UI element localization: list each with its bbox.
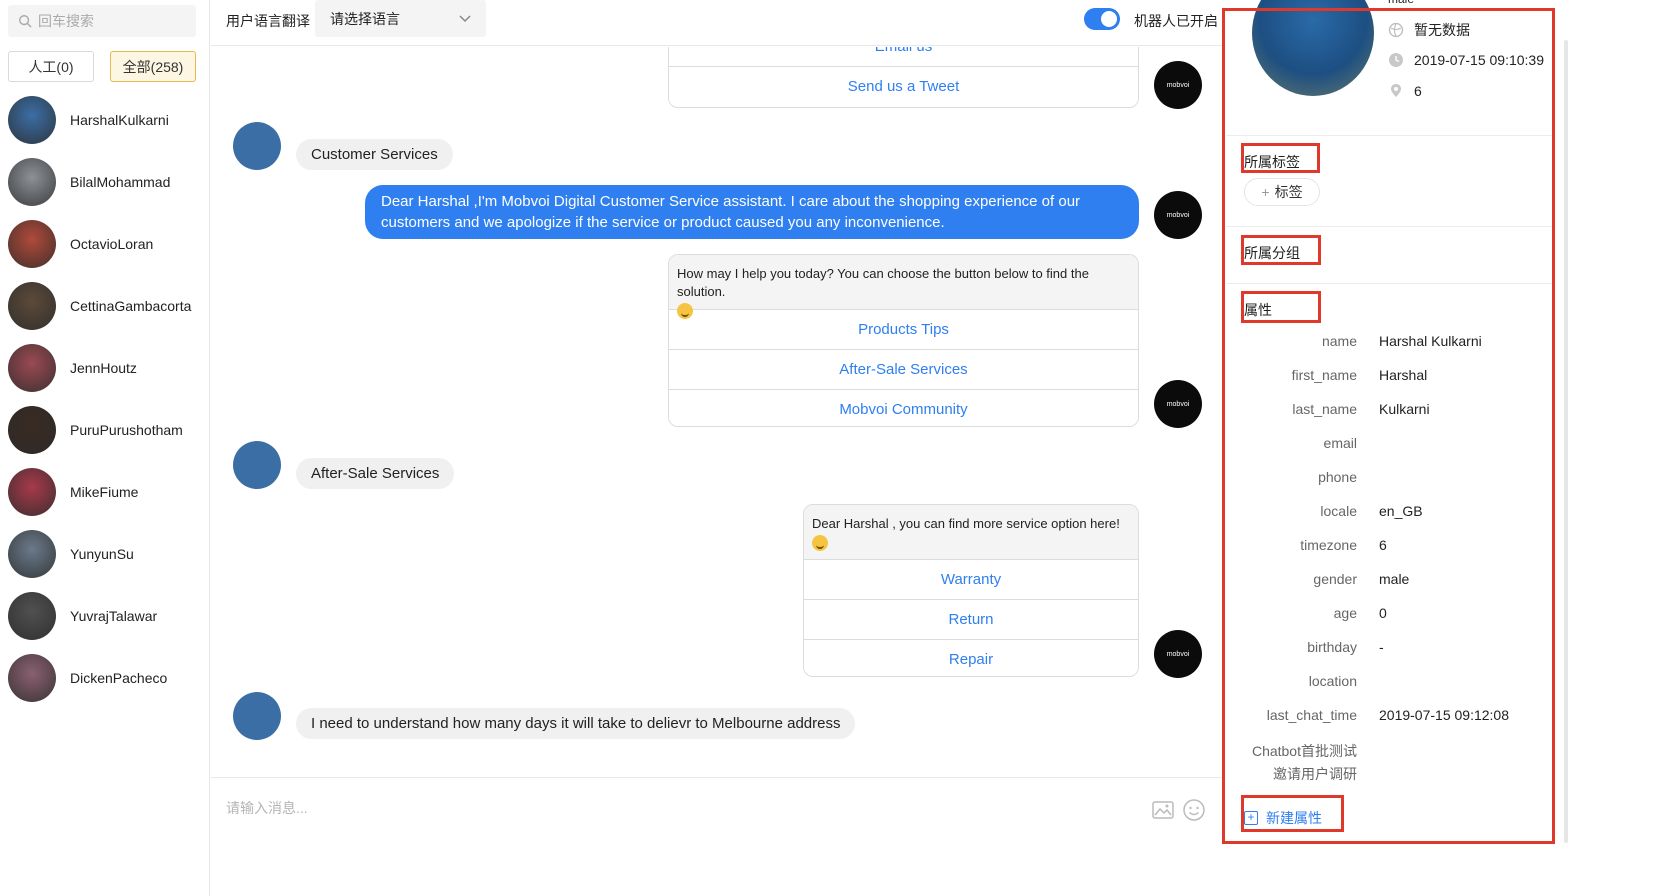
- contact-name: MikeFiume: [70, 484, 139, 500]
- emoji-icon[interactable]: [1182, 798, 1206, 822]
- message-input-bar: [211, 777, 1224, 843]
- card-button-repair[interactable]: Repair: [804, 639, 1138, 676]
- contact-name: DickenPacheco: [70, 670, 168, 686]
- card-button-email[interactable]: Email us: [669, 47, 1138, 66]
- bot-avatar: mobvoi: [1154, 61, 1202, 109]
- contact-name: PuruPurushotham: [70, 422, 183, 438]
- contact-name: CettinaGambacorta: [70, 298, 192, 314]
- language-select-value: 请选择语言: [330, 10, 400, 27]
- contact-item[interactable]: JennHoutz: [8, 340, 203, 396]
- smile-emoji-icon: [677, 302, 693, 319]
- search-icon: [19, 15, 32, 28]
- chat-messages: Email us Send us a Tweet mobvoi Customer…: [211, 47, 1224, 777]
- avatar: [8, 344, 56, 392]
- contact-name: OctavioLoran: [70, 236, 154, 252]
- avatar: [8, 96, 56, 144]
- user-avatar: [233, 122, 281, 170]
- avatar: [8, 530, 56, 578]
- chevron-down-icon: [459, 15, 471, 23]
- contact-item[interactable]: BilalMohammad: [8, 154, 203, 210]
- bot-status-label: 机器人已开启: [1134, 13, 1218, 29]
- bot-avatar: mobvoi: [1154, 191, 1202, 239]
- bot-avatar: mobvoi: [1154, 630, 1202, 678]
- image-upload-icon[interactable]: [1151, 798, 1175, 822]
- contact-item[interactable]: YuvrajTalawar: [8, 588, 203, 644]
- bot-card-text: Dear Harshal , you can find more service…: [804, 505, 1138, 559]
- contact-item[interactable]: PuruPurushotham: [8, 402, 203, 458]
- contact-item[interactable]: MikeFiume: [8, 464, 203, 520]
- bot-toggle[interactable]: [1084, 8, 1120, 30]
- bot-card-text: How may I help you today? You can choose…: [669, 255, 1138, 319]
- bot-card-contact: Email us Send us a Tweet: [668, 47, 1139, 108]
- card-button-products-tips[interactable]: Products Tips: [669, 309, 1138, 349]
- gender-info: male: [1388, 0, 1414, 6]
- user-avatar: [233, 441, 281, 489]
- card-button-warranty[interactable]: Warranty: [804, 559, 1138, 599]
- user-avatar: [233, 692, 281, 740]
- profile-highlight-box: [1222, 8, 1555, 844]
- avatar: [8, 654, 56, 702]
- bot-avatar: mobvoi: [1154, 380, 1202, 428]
- filter-manual-button[interactable]: 人工(0): [8, 51, 94, 82]
- avatar: [8, 468, 56, 516]
- attributes-highlight-box: [1241, 291, 1321, 323]
- card-button-community[interactable]: Mobvoi Community: [669, 389, 1138, 426]
- message-input[interactable]: [226, 800, 1026, 816]
- contact-item[interactable]: DickenPacheco: [8, 650, 203, 706]
- contact-name: BilalMohammad: [70, 174, 171, 190]
- panel-scrollbar[interactable]: [1564, 40, 1568, 843]
- contact-item[interactable]: CettinaGambacorta: [8, 278, 203, 334]
- new-attribute-highlight-box: [1241, 795, 1344, 832]
- bot-card-help: How may I help you today? You can choose…: [668, 254, 1139, 427]
- user-message: Customer Services: [296, 139, 453, 170]
- contact-sidebar: 人工(0) 全部(258) HarshalKulkarni BilalMohamm…: [0, 0, 210, 896]
- smile-emoji-icon: [812, 534, 828, 551]
- language-select[interactable]: 请选择语言: [315, 0, 486, 37]
- contact-name: YuvrajTalawar: [70, 608, 158, 624]
- bot-card-service: Dear Harshal , you can find more service…: [803, 504, 1139, 677]
- contact-name: JennHoutz: [70, 360, 137, 376]
- contact-item[interactable]: YunyunSu: [8, 526, 203, 582]
- card-button-return[interactable]: Return: [804, 599, 1138, 639]
- user-message: After-Sale Services: [296, 458, 455, 489]
- avatar: [8, 406, 56, 454]
- avatar: [8, 592, 56, 640]
- chat-toolbar: 用户语言翻译 请选择语言 机器人已开启: [211, 0, 1224, 46]
- card-button-after-sale[interactable]: After-Sale Services: [669, 349, 1138, 389]
- avatar: [8, 158, 56, 206]
- avatar: [8, 282, 56, 330]
- contact-item[interactable]: HarshalKulkarni: [8, 92, 203, 148]
- tags-highlight-box: [1241, 143, 1320, 173]
- avatar: [8, 220, 56, 268]
- search-input[interactable]: [38, 13, 188, 29]
- user-message: I need to understand how many days it wi…: [296, 708, 856, 739]
- filter-all-button[interactable]: 全部(258): [110, 51, 196, 82]
- translate-label: 用户语言翻译: [226, 13, 310, 29]
- card-button-tweet[interactable]: Send us a Tweet: [669, 66, 1138, 106]
- contact-name: YunyunSu: [70, 546, 134, 562]
- contact-item[interactable]: OctavioLoran: [8, 216, 203, 272]
- bot-message: Dear Harshal ,I'm Mobvoi Digital Custome…: [365, 185, 1139, 239]
- contact-name: HarshalKulkarni: [70, 112, 169, 128]
- group-highlight-box: [1241, 235, 1321, 265]
- search-box[interactable]: [8, 5, 196, 37]
